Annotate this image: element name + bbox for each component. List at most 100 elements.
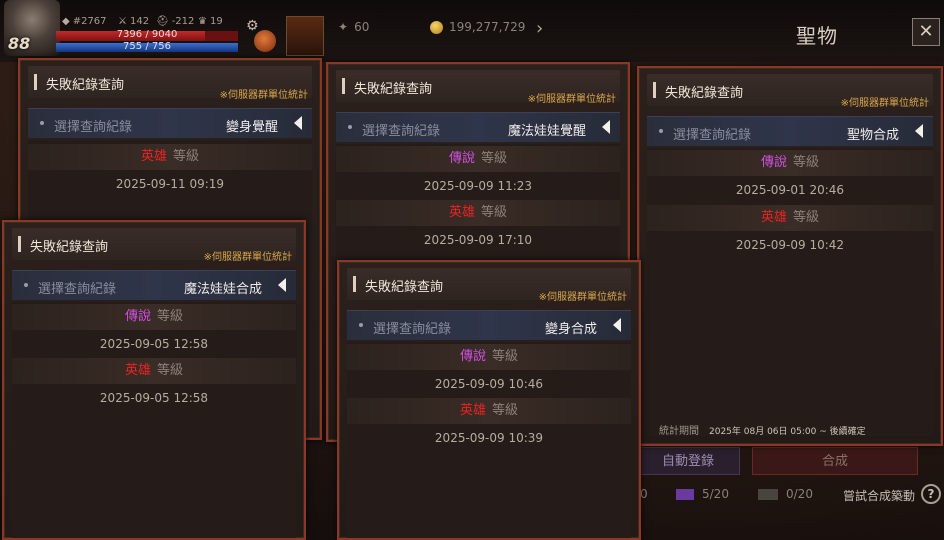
caret-left-icon[interactable] [613,318,621,332]
bullet-dot [24,283,28,287]
chevron-right-icon[interactable]: › [536,18,543,39]
count-left: 0 [640,487,648,501]
selector-label: 選擇查詢紀錄 [373,322,452,337]
selector-value: 變身合成 [544,322,597,337]
bullet-dot [40,121,44,125]
rank-stat: ◆ #2767 [62,16,107,27]
try-compose-hint: 嘗試合成築動 [843,489,916,503]
record-time: 2025-09-05 12:58 [99,391,209,405]
close-button[interactable]: ✕ [912,18,940,46]
caret-left-icon[interactable] [294,116,302,130]
header-accent [353,276,356,292]
trophy-value: 19 [209,16,223,27]
grade-text: 英雄 [124,363,151,378]
skill-slot[interactable] [286,16,324,56]
header-accent [653,82,656,98]
grade-text: 傳說 [448,151,475,166]
failure-record-panel: 失敗紀錄查詢 ※伺服器群單位統計 選擇查詢紀錄 聖物合成 傳說 等級 2025-0… [637,66,943,446]
record-grade-row: 英雄 等級 [336,200,620,226]
record-time: 2025-09-01 20:46 [735,183,845,197]
bullet-dot [348,125,352,129]
grade-text: 英雄 [760,210,787,225]
period-label: 統計期間 [659,426,699,437]
grade-text: 傳說 [459,349,486,364]
record-grade-row: 英雄 等級 [12,358,296,384]
defense-stat: ⛑ -212 [156,16,194,27]
bullet-dot [659,129,663,133]
header-accent [342,78,345,94]
trophy-stat: ♛ 19 [198,16,223,27]
record-grade-row: 英雄 等級 [28,144,312,170]
record-time: 2025-09-09 10:42 [735,238,845,252]
selector-value: 魔法娃娃合成 [183,282,262,297]
record-grade-row: 傳說 等級 [12,304,296,330]
caret-left-icon[interactable] [915,124,923,138]
gold-coin-icon [430,20,443,34]
attack-stat: ⚔ 142 [118,16,149,27]
grade-level-label: 等級 [793,210,820,225]
record-grade-row: 英雄 等級 [347,398,631,424]
record-time: 2025-09-05 12:58 [99,337,209,351]
auto-register-button[interactable]: 自動登錄 [636,447,740,475]
gold-value: 199,277,729 [449,20,526,34]
gear-icon[interactable]: ⚙ [246,18,259,34]
record-type-selector[interactable]: 選擇查詢紀錄 魔法娃娃合成 [12,270,296,300]
grade-level-label: 等級 [481,151,508,166]
help-icon[interactable]: ? [921,484,941,504]
record-type-selector[interactable]: 選擇查詢紀錄 魔法娃娃覺醒 [336,112,620,142]
caret-left-icon[interactable] [602,120,610,134]
gem-currency: ✦ 60 [338,20,369,34]
selector-label: 選擇查詢紀錄 [673,128,752,143]
bullet-dot [359,323,363,327]
page-title: 聖物 [796,24,838,48]
mp-text: 755 / 756 [123,41,171,52]
record-list: 傳說 等級 2025-09-01 20:46 英雄 等級 2025-09-09 10… [647,148,933,437]
record-type-selector[interactable]: 選擇查詢紀錄 變身覺醒 [28,108,312,138]
failure-record-panel: 失敗紀錄查詢 ※伺服器群單位統計 選擇查詢紀錄 魔法娃娃合成 傳說 等級 2025… [2,220,306,540]
record-time: 2025-09-09 11:23 [423,179,533,193]
count-purple: 5/20 [702,487,729,501]
caret-left-icon[interactable] [278,278,286,292]
selector-label: 選擇查詢紀錄 [54,120,133,135]
statistics-period: 統計期間 2025年 08月 06日 05:00 ~ 後續確定 [659,422,866,437]
panel-title: 失敗紀錄查詢 [665,86,744,101]
selector-label: 選擇查詢紀錄 [38,282,117,297]
record-grade-row: 傳說 等級 [336,146,620,172]
record-type-selector[interactable]: 選擇查詢紀錄 變身合成 [347,310,631,340]
record-list: 傳說 等級 2025-09-05 12:58 英雄 等級 2025-09-05 12… [12,302,296,538]
rank-value: #2767 [72,16,107,27]
selector-label: 選擇查詢紀錄 [362,124,441,139]
server-note: ※伺服器群單位統計 [527,94,616,105]
selector-value: 聖物合成 [846,128,899,143]
attack-value: 142 [129,16,150,27]
count-gray: 0/20 [786,487,813,501]
record-type-selector[interactable]: 選擇查詢紀錄 聖物合成 [647,116,933,146]
gold-currency: 199,277,729 [430,20,525,34]
gray-material-icon [758,489,778,500]
hp-text: 7396 / 9040 [116,29,178,40]
server-note: ※伺服器群單位統計 [840,98,929,109]
record-time: 2025-09-09 10:39 [434,431,544,445]
top-status-bar: 88 ◆ #2767 ⚔ 142 ⛑ -212 ♛ 19 7396 / 9040… [0,0,944,62]
grade-text: 傳說 [124,309,151,324]
record-time: 2025-09-11 09:19 [115,177,225,191]
potion-icon[interactable] [254,30,276,52]
rank-icon: ◆ [62,16,70,27]
record-grade-row: 英雄 等級 [647,205,933,231]
header-accent [34,74,37,90]
panel-title: 失敗紀錄查詢 [46,78,125,93]
record-time: 2025-09-09 10:46 [434,377,544,391]
header-accent [18,236,21,252]
grade-level-label: 等級 [492,403,519,418]
compose-button[interactable]: 合成 [752,447,918,475]
sword-icon: ⚔ [118,16,127,27]
server-note: ※伺服器群單位統計 [203,252,292,263]
defense-value: -212 [171,16,195,27]
purple-material-icon [676,489,694,500]
record-grade-row: 傳說 等級 [647,150,933,176]
character-level: 88 [8,34,31,53]
panel-title: 失敗紀錄查詢 [365,280,444,295]
panel-title: 失敗紀錄查詢 [30,240,109,255]
grade-level-label: 等級 [492,349,519,364]
grade-text: 傳說 [760,155,787,170]
